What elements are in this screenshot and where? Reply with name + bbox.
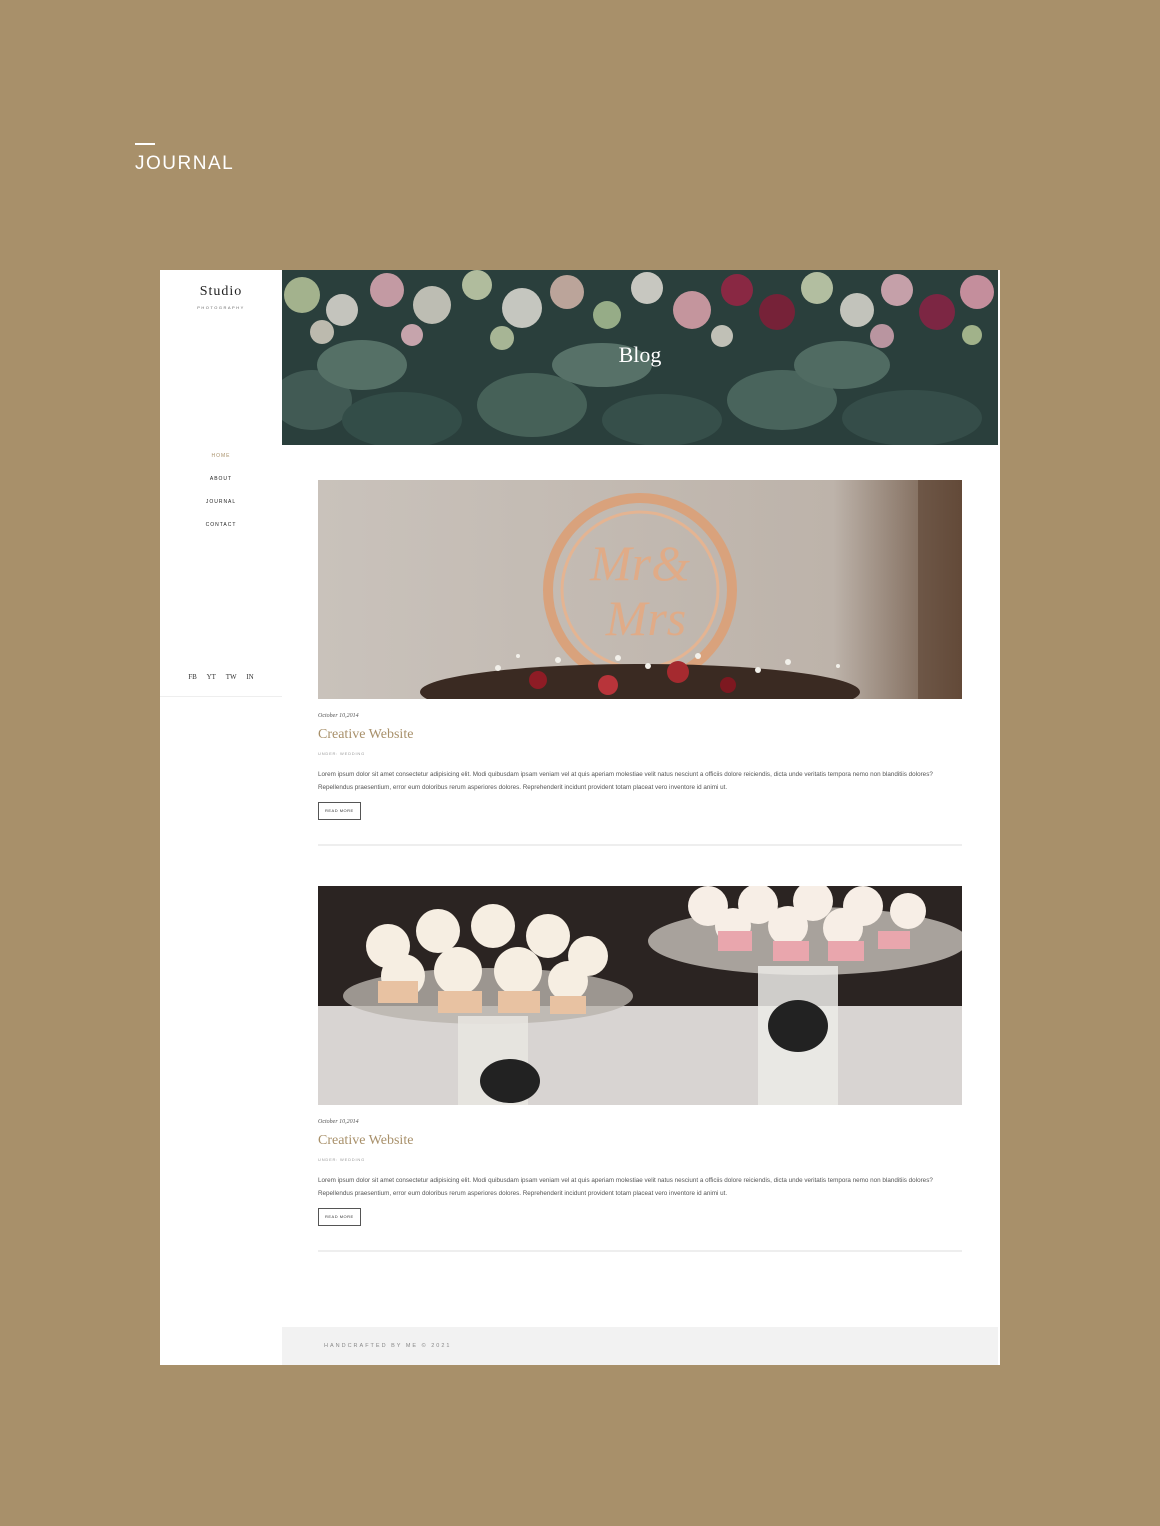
hero-title: Blog xyxy=(618,342,662,367)
social-link-tw[interactable]: TW xyxy=(226,673,237,681)
svg-text:Mr&: Mr& xyxy=(589,535,690,591)
brand-logo[interactable]: Studio PHOTOGRAPHY xyxy=(160,284,282,310)
social-link-in[interactable]: IN xyxy=(246,673,253,681)
main-nav: HOME ABOUT JOURNAL CONTACT xyxy=(160,453,282,545)
cupcakes-photo xyxy=(318,886,962,1105)
post-title[interactable]: Creative Website xyxy=(318,727,962,743)
read-more-button[interactable]: READ MORE xyxy=(318,1208,361,1226)
post-date: October 10,2014 xyxy=(318,713,359,719)
post-excerpt: Lorem ipsum dolor sit amet consectetur a… xyxy=(318,1177,933,1197)
mr-mrs-cake-topper-photo: Mr& Mrs xyxy=(318,480,962,699)
post-title[interactable]: Creative Website xyxy=(318,1133,962,1149)
footer-text: HANDCRAFTED BY ME © 2021 xyxy=(324,1343,452,1349)
sidebar: Studio PHOTOGRAPHY HOME ABOUT JOURNAL CO… xyxy=(160,270,282,1365)
social-link-fb[interactable]: FB xyxy=(188,673,197,681)
heading-dash xyxy=(135,143,155,145)
nav-item-about[interactable]: ABOUT xyxy=(160,476,282,499)
social-links: FB YT TW IN xyxy=(160,673,282,681)
hero-banner: Blog xyxy=(282,270,998,445)
svg-text:Mrs: Mrs xyxy=(605,590,687,646)
post-date: October 10,2014 xyxy=(318,1119,359,1125)
post-image[interactable] xyxy=(318,886,962,1105)
brand-name: Studio xyxy=(199,284,243,299)
post-image[interactable]: Mr& Mrs xyxy=(318,480,962,699)
blog-post: October 10,2014 Creative Website UNDER: … xyxy=(318,886,962,1252)
post-category: UNDER: WEDDING xyxy=(318,1157,365,1162)
social-link-yt[interactable]: YT xyxy=(207,673,216,681)
post-divider xyxy=(318,1250,962,1252)
site-footer: HANDCRAFTED BY ME © 2021 xyxy=(282,1327,998,1365)
blog-post: Mr& Mrs October 10,2014 Creative Website… xyxy=(318,480,962,846)
post-excerpt: Lorem ipsum dolor sit amet consectetur a… xyxy=(318,771,933,791)
read-more-button[interactable]: READ MORE xyxy=(318,802,361,820)
nav-item-contact[interactable]: CONTACT xyxy=(160,522,282,545)
post-category: UNDER: WEDDING xyxy=(318,751,365,756)
sidebar-divider xyxy=(160,696,282,697)
brand-subtitle: PHOTOGRAPHY xyxy=(197,305,245,310)
page-heading-label: JOURNAL xyxy=(135,153,235,174)
website-mockup: Studio PHOTOGRAPHY HOME ABOUT JOURNAL CO… xyxy=(160,270,1000,1365)
nav-item-home[interactable]: HOME xyxy=(160,453,282,476)
post-divider xyxy=(318,844,962,846)
page-heading: JOURNAL xyxy=(135,143,234,175)
nav-item-journal[interactable]: JOURNAL xyxy=(160,499,282,522)
